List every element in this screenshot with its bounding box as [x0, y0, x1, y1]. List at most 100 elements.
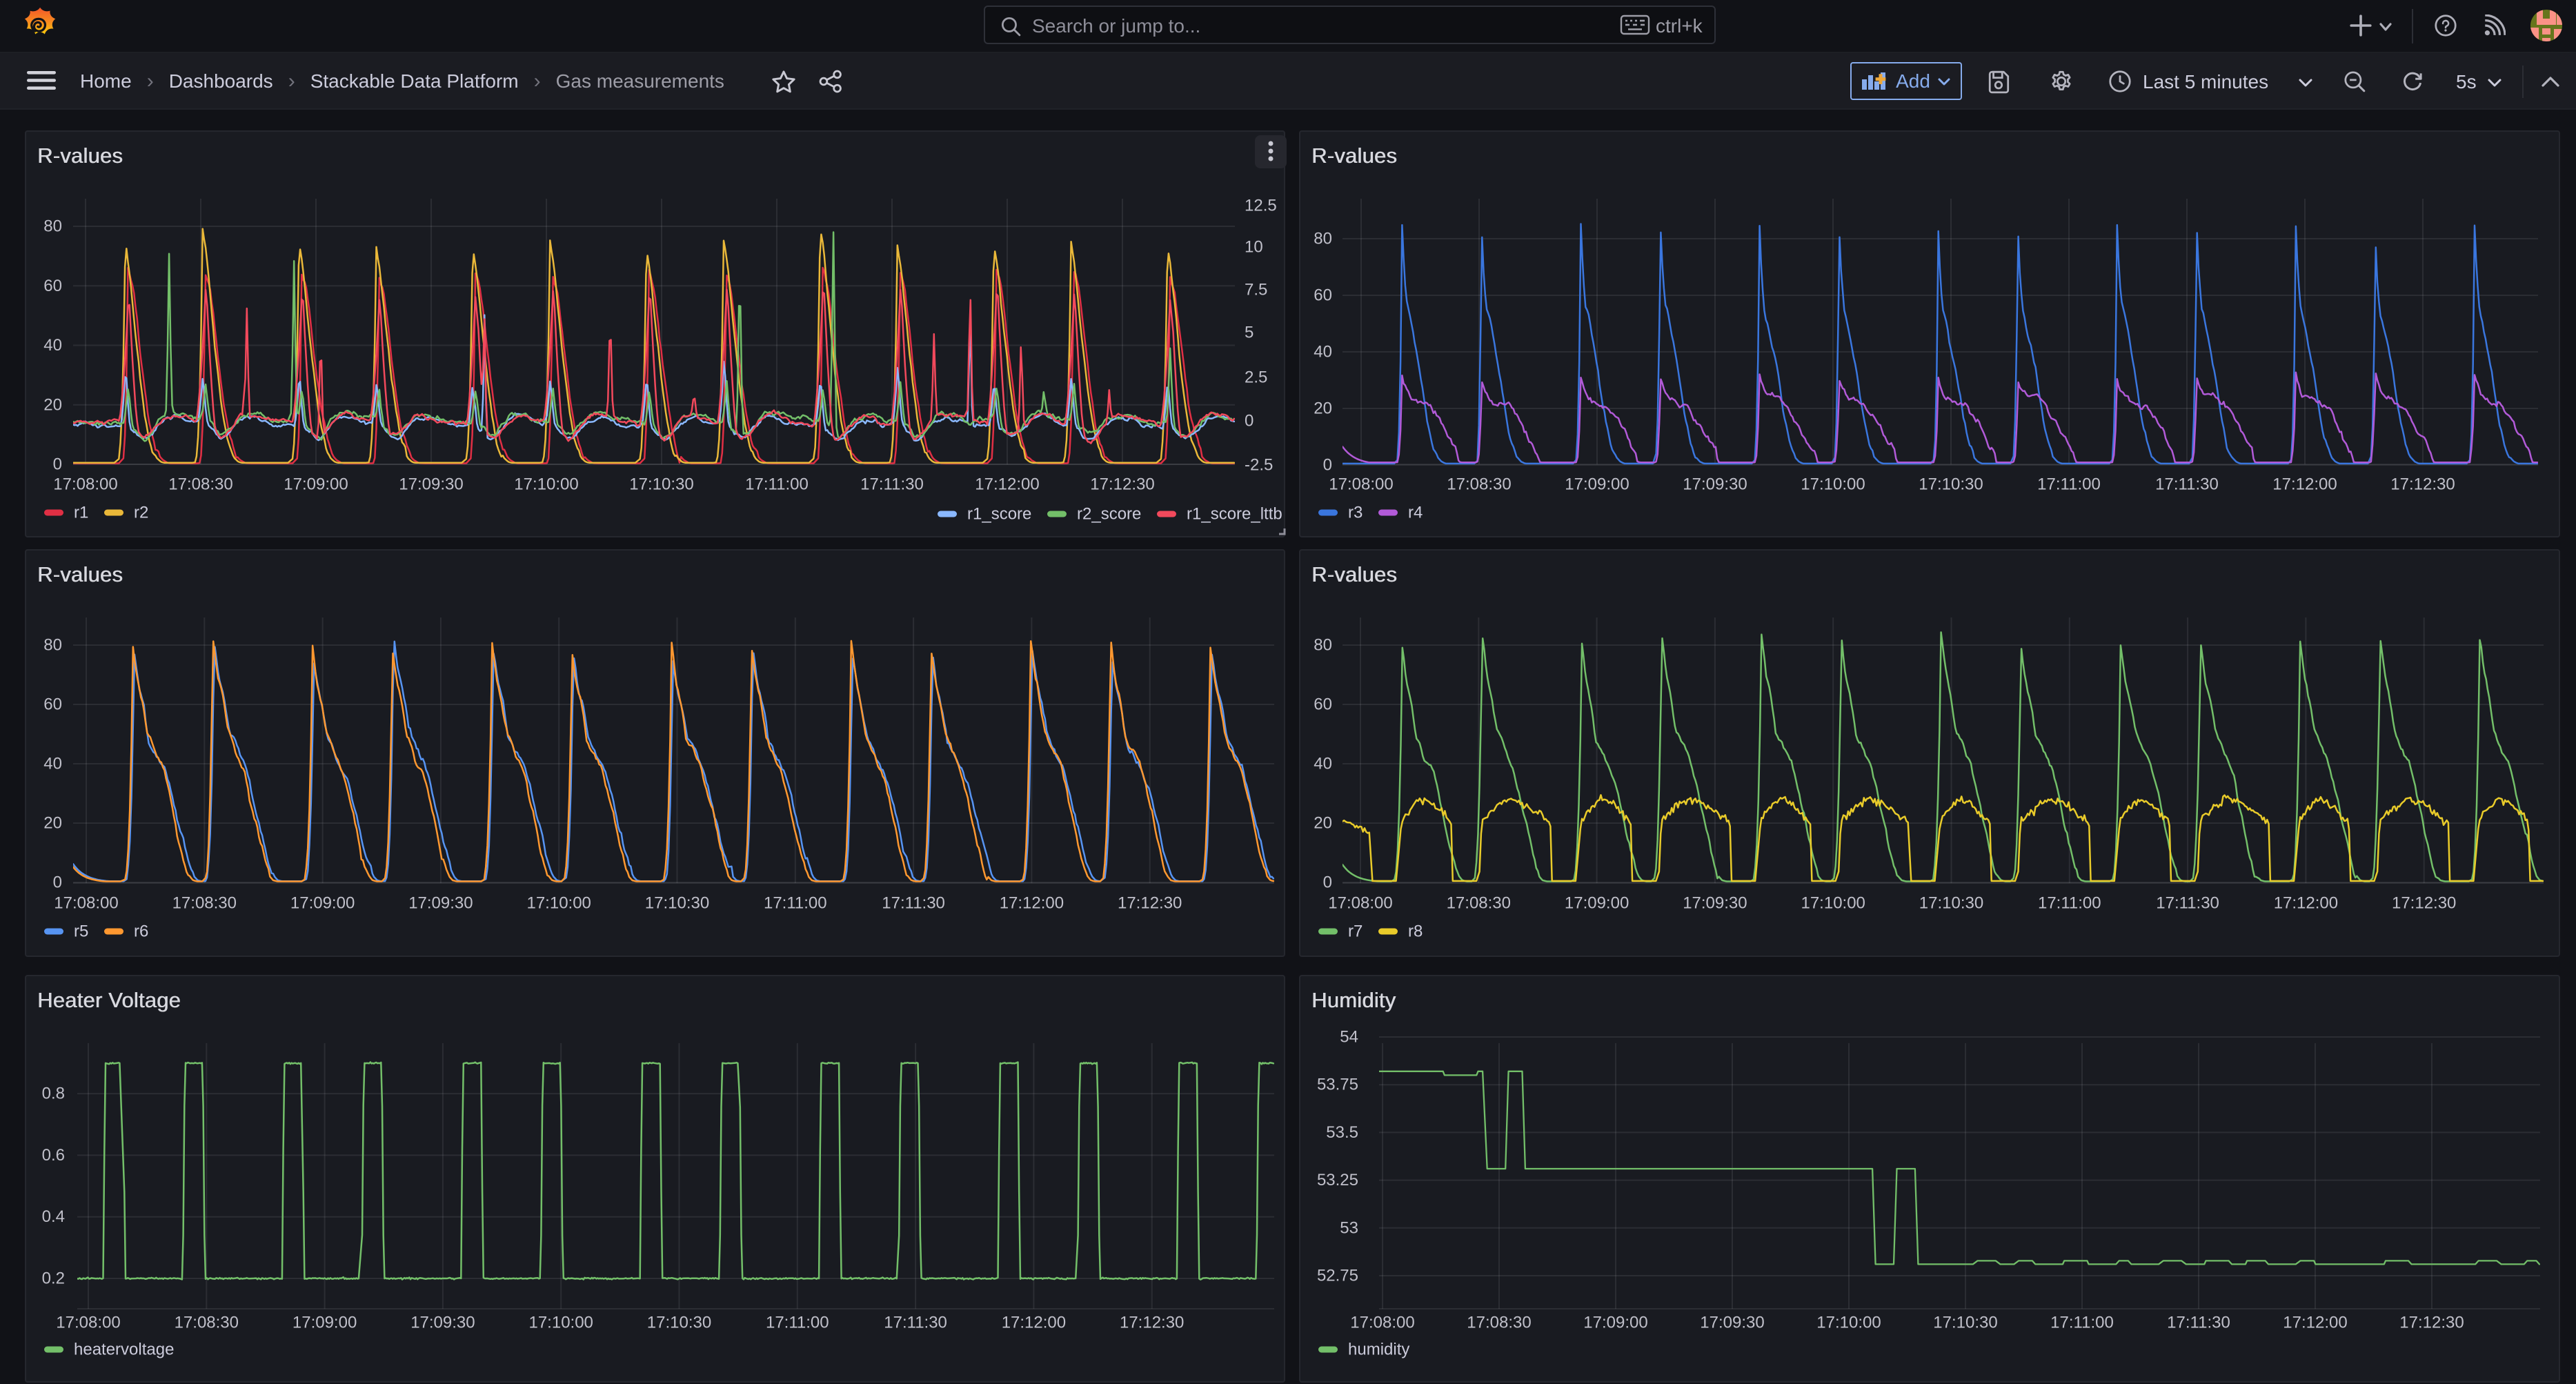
svg-text:17:09:30: 17:09:30	[410, 1314, 475, 1332]
svg-text:20: 20	[1314, 399, 1332, 418]
svg-text:17:10:30: 17:10:30	[1919, 475, 1983, 494]
svg-text:17:11:00: 17:11:00	[2038, 894, 2101, 913]
svg-text:17:12:30: 17:12:30	[1090, 475, 1154, 494]
svg-text:17:09:00: 17:09:00	[290, 894, 355, 913]
svg-text:52.75: 52.75	[1317, 1267, 1358, 1285]
svg-text:humidity: humidity	[1348, 1341, 1409, 1359]
svg-text:r1: r1	[74, 504, 88, 522]
svg-text:40: 40	[43, 755, 62, 773]
svg-text:17:11:30: 17:11:30	[2155, 475, 2219, 494]
svg-text:17:12:30: 17:12:30	[1118, 894, 1182, 913]
svg-text:17:12:00: 17:12:00	[1000, 894, 1064, 913]
svg-text:53: 53	[1340, 1218, 1358, 1237]
svg-text:12.5: 12.5	[1245, 197, 1277, 215]
svg-text:17:11:00: 17:11:00	[2037, 475, 2101, 494]
svg-text:r3: r3	[1348, 504, 1363, 522]
svg-text:0: 0	[53, 455, 62, 474]
svg-text:17:09:30: 17:09:30	[399, 475, 463, 494]
svg-text:20: 20	[43, 395, 62, 414]
svg-text:17:09:30: 17:09:30	[1700, 1314, 1764, 1332]
svg-text:17:12:30: 17:12:30	[2390, 475, 2455, 494]
svg-text:r5: r5	[74, 922, 88, 941]
svg-text:80: 80	[1314, 636, 1332, 655]
svg-text:0.2: 0.2	[42, 1269, 65, 1288]
svg-text:17:11:30: 17:11:30	[882, 894, 945, 913]
svg-text:17:12:30: 17:12:30	[2392, 894, 2456, 913]
svg-text:17:11:30: 17:11:30	[2156, 894, 2219, 913]
svg-text:17:08:00: 17:08:00	[1329, 475, 1393, 494]
svg-text:17:09:00: 17:09:00	[1583, 1314, 1647, 1332]
svg-text:r8: r8	[1408, 922, 1423, 941]
svg-text:53.5: 53.5	[1326, 1123, 1358, 1142]
svg-text:17:12:30: 17:12:30	[2399, 1314, 2464, 1332]
svg-text:17:09:00: 17:09:00	[1565, 475, 1629, 494]
svg-text:5: 5	[1245, 324, 1254, 342]
svg-text:40: 40	[1314, 343, 1332, 362]
svg-text:-2.5: -2.5	[1245, 456, 1273, 475]
svg-text:17:10:30: 17:10:30	[629, 475, 693, 494]
svg-text:20: 20	[43, 814, 62, 833]
svg-text:17:11:30: 17:11:30	[884, 1314, 947, 1332]
svg-text:17:10:00: 17:10:00	[1816, 1314, 1881, 1332]
svg-text:40: 40	[43, 336, 62, 355]
svg-text:10: 10	[1245, 238, 1263, 257]
svg-text:17:12:00: 17:12:00	[2274, 894, 2338, 913]
svg-text:60: 60	[1314, 286, 1332, 305]
svg-text:17:12:00: 17:12:00	[2283, 1314, 2347, 1332]
svg-text:17:12:30: 17:12:30	[1120, 1314, 1184, 1332]
svg-text:0.6: 0.6	[42, 1146, 65, 1165]
svg-text:17:08:30: 17:08:30	[1467, 1314, 1531, 1332]
svg-text:17:10:30: 17:10:30	[645, 894, 709, 913]
svg-text:17:12:00: 17:12:00	[1002, 1314, 1066, 1332]
svg-text:r2_score: r2_score	[1077, 505, 1141, 524]
svg-text:r1_score: r1_score	[967, 505, 1031, 524]
svg-text:17:11:00: 17:11:00	[766, 1314, 829, 1332]
svg-text:17:10:00: 17:10:00	[528, 1314, 593, 1332]
svg-text:2.5: 2.5	[1245, 368, 1267, 387]
svg-text:60: 60	[43, 277, 62, 295]
svg-text:17:08:00: 17:08:00	[56, 1314, 120, 1332]
svg-text:17:08:00: 17:08:00	[53, 475, 117, 494]
svg-text:17:08:30: 17:08:30	[168, 475, 232, 494]
svg-text:53.25: 53.25	[1317, 1171, 1358, 1189]
svg-text:17:10:30: 17:10:30	[1919, 894, 1983, 913]
svg-text:17:11:30: 17:11:30	[860, 475, 924, 494]
svg-text:17:11:00: 17:11:00	[764, 894, 827, 913]
svg-text:54: 54	[1340, 1028, 1358, 1047]
svg-text:80: 80	[1314, 230, 1332, 248]
svg-text:17:09:00: 17:09:00	[284, 475, 348, 494]
svg-text:17:09:30: 17:09:30	[1683, 475, 1747, 494]
svg-text:17:08:30: 17:08:30	[175, 1314, 239, 1332]
svg-text:17:10:00: 17:10:00	[514, 475, 578, 494]
svg-text:17:12:00: 17:12:00	[2272, 475, 2337, 494]
svg-text:heatervoltage: heatervoltage	[74, 1341, 174, 1359]
svg-text:60: 60	[1314, 695, 1332, 714]
svg-text:17:09:00: 17:09:00	[1565, 894, 1629, 913]
svg-text:0.8: 0.8	[42, 1085, 65, 1103]
svg-text:0.4: 0.4	[42, 1207, 65, 1226]
svg-text:17:10:00: 17:10:00	[1801, 475, 1865, 494]
svg-text:17:08:00: 17:08:00	[1328, 894, 1392, 913]
svg-text:0: 0	[1245, 412, 1254, 431]
svg-text:80: 80	[43, 636, 62, 655]
svg-text:r4: r4	[1408, 504, 1423, 522]
svg-text:53.75: 53.75	[1317, 1076, 1358, 1094]
svg-text:0: 0	[53, 873, 62, 892]
svg-text:17:12:00: 17:12:00	[975, 475, 1039, 494]
svg-text:0: 0	[1323, 456, 1332, 475]
svg-text:17:10:30: 17:10:30	[647, 1314, 711, 1332]
svg-text:17:08:00: 17:08:00	[54, 894, 118, 913]
svg-text:17:11:00: 17:11:00	[745, 475, 809, 494]
svg-text:0: 0	[1323, 873, 1332, 892]
svg-text:17:11:30: 17:11:30	[2167, 1314, 2230, 1332]
svg-text:r1_score_lttb: r1_score_lttb	[1187, 505, 1282, 524]
svg-text:17:08:30: 17:08:30	[1447, 475, 1511, 494]
svg-text:r7: r7	[1348, 922, 1363, 941]
svg-text:r2: r2	[134, 504, 148, 522]
svg-text:17:09:00: 17:09:00	[293, 1314, 357, 1332]
svg-text:17:08:30: 17:08:30	[172, 894, 237, 913]
svg-text:17:08:00: 17:08:00	[1350, 1314, 1414, 1332]
svg-text:60: 60	[43, 695, 62, 714]
svg-text:17:09:30: 17:09:30	[1683, 894, 1747, 913]
svg-text:7.5: 7.5	[1245, 281, 1267, 299]
